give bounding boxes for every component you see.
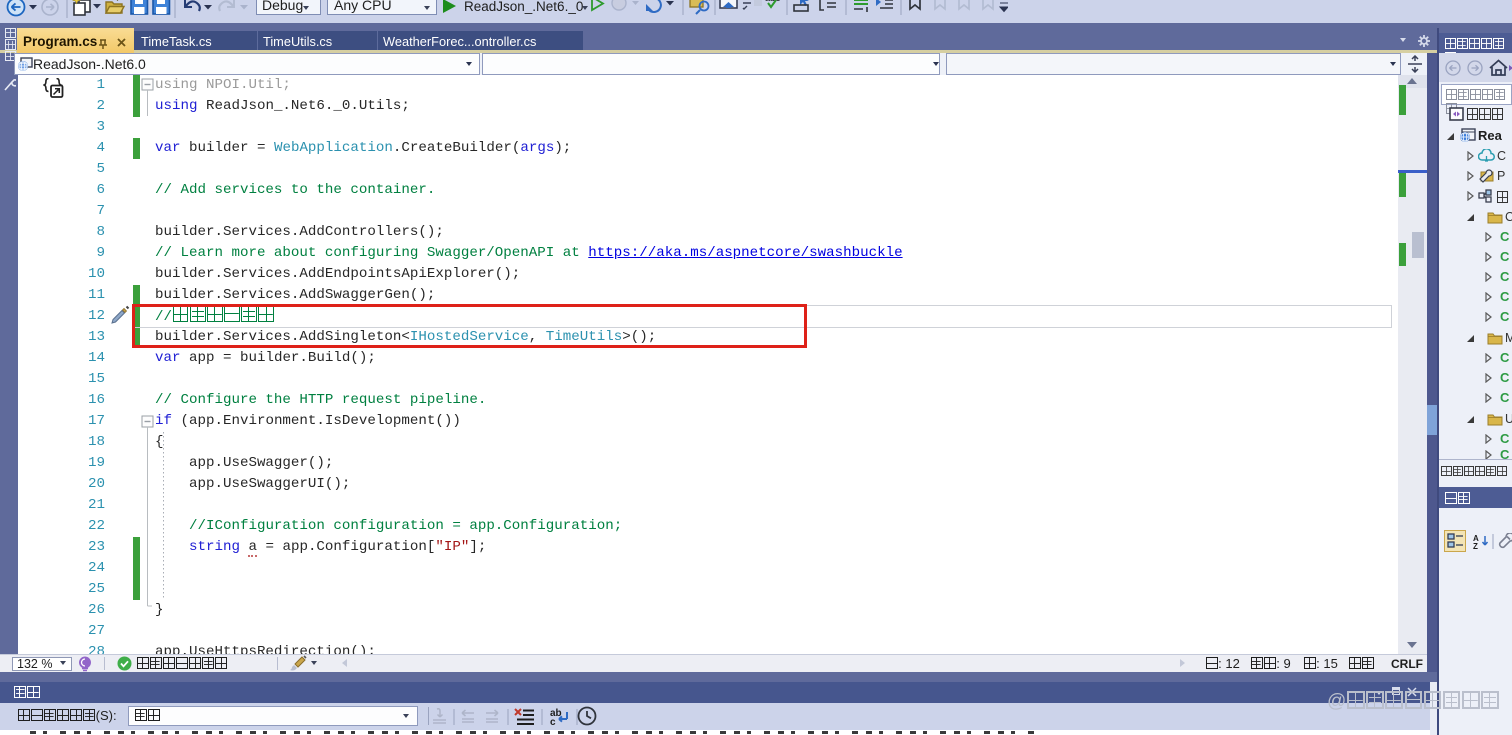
svg-text:Z: Z — [1473, 542, 1478, 550]
svg-text:abc: abc — [765, 0, 781, 3]
svg-text:c: c — [550, 717, 556, 727]
